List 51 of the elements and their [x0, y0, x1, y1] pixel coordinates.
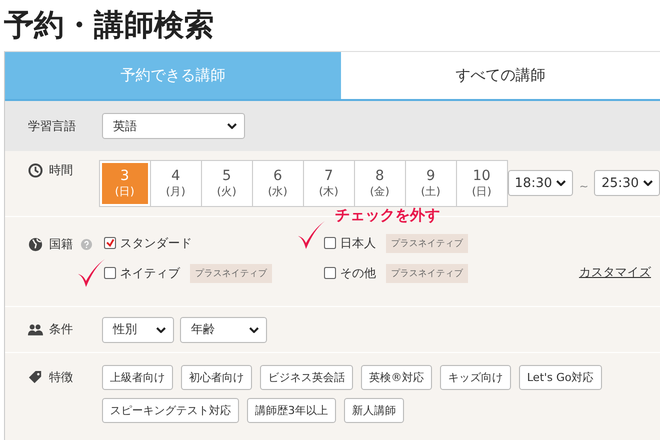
start-time-select[interactable]: 18:30 — [508, 170, 574, 196]
checkbox[interactable] — [324, 237, 336, 249]
option-tag: プラスネイティブ — [386, 234, 468, 252]
feature-tag[interactable]: 初心者向け — [181, 365, 252, 390]
filter-select[interactable]: 年齢 — [180, 316, 267, 342]
date-button[interactable]: 10 (日) — [456, 161, 507, 206]
end-time-select[interactable]: 25:30 — [594, 170, 660, 196]
feature-tag[interactable]: 講師歴3年以上 — [247, 398, 336, 423]
option-label: ネイティブ — [120, 264, 180, 282]
caret-icon — [643, 180, 653, 186]
filter-select[interactable]: 性別 — [102, 316, 174, 342]
time-label: 時間 — [49, 162, 73, 179]
customize-link[interactable]: カスタマイズ — [579, 264, 651, 281]
feature-tag[interactable]: ビジネス英会話 — [260, 365, 353, 390]
option-label: 日本人 — [340, 234, 376, 252]
tag-icon — [28, 370, 43, 385]
checkbox[interactable] — [104, 267, 116, 279]
feature-tag[interactable]: 新人講師 — [344, 398, 404, 423]
option-label: スタンダード — [120, 234, 192, 252]
conditions-label: 条件 — [49, 321, 73, 338]
feature-tag[interactable]: スピーキングテスト対応 — [102, 398, 239, 423]
caret-icon — [249, 326, 259, 332]
language-select[interactable]: 英語 — [102, 113, 245, 139]
checkbox[interactable] — [104, 237, 116, 249]
date-button[interactable]: 6 (水) — [252, 161, 303, 206]
date-button[interactable]: 7 (木) — [304, 161, 354, 206]
date-button[interactable]: 9 (土) — [406, 161, 456, 206]
caret-icon — [227, 123, 237, 129]
tab[interactable]: すべての講師 — [341, 52, 660, 99]
date-button[interactable]: 4 (月) — [150, 161, 201, 206]
globe-icon — [28, 237, 43, 252]
nationality-label: 国籍 — [49, 236, 73, 253]
feature-tag[interactable]: キッズ向け — [440, 365, 511, 390]
option-tag: プラスネイティブ — [190, 264, 272, 282]
feature-tag[interactable]: 上級者向け — [102, 365, 173, 390]
people-icon — [28, 322, 43, 337]
caret-icon — [556, 180, 566, 186]
option-label: その他 — [340, 264, 376, 282]
date-button[interactable]: 8 (金) — [354, 161, 405, 206]
range-separator: ~ — [579, 180, 588, 193]
feature-tag[interactable]: Let's Go対応 — [519, 365, 602, 390]
features-label: 特徴 — [49, 369, 73, 386]
clock-icon — [28, 163, 43, 178]
page-title: 予約・講師検索 — [3, 7, 215, 45]
annotation-text: チェックを外す — [335, 206, 440, 225]
caret-icon — [156, 326, 166, 332]
option-tag: プラスネイティブ — [386, 264, 468, 282]
checkbox[interactable] — [324, 267, 336, 279]
language-label: 学習言語 — [27, 118, 77, 134]
feature-tag[interactable]: 英検®対応 — [361, 365, 432, 390]
date-button[interactable]: 5 (火) — [202, 161, 252, 206]
